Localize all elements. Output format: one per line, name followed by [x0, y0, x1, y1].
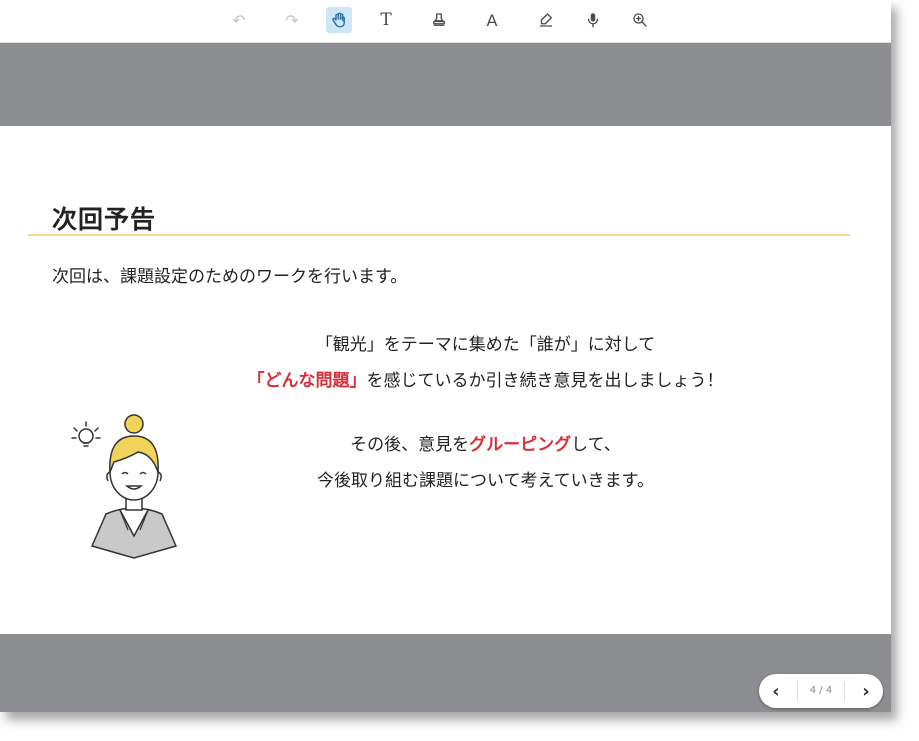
zoom-icon[interactable] — [627, 7, 653, 33]
highlighter-shape — [540, 13, 552, 27]
toolbar: ↶ ↷ T A — [0, 0, 891, 43]
slide-title: 次回予告 — [52, 205, 157, 234]
hand-icon — [332, 12, 345, 28]
lightbulb-icon — [71, 421, 101, 447]
highlight-grouping: グルーピング — [469, 435, 572, 455]
mic-shape — [587, 13, 599, 28]
slide-intro: 次回は、課題設定のためのワークを行います。 — [52, 267, 408, 287]
body-line-2-rest: を感じているか引き続き意見を出しましょう！ — [366, 371, 724, 391]
highlight-problem: 「どんな問題」 — [247, 371, 367, 391]
viewer-window: ↶ ↷ T A 次回予告 次回は、課題設定のためのワークを行います。 「観光」を… — [0, 0, 891, 712]
body-line-3-post: して、 — [571, 435, 621, 455]
undo-icon[interactable]: ↶ — [226, 7, 252, 33]
slide: 次回予告 次回は、課題設定のためのワークを行います。 「観光」をテーマに集めた「… — [0, 126, 891, 634]
body-line-2: 「どんな問題」を感じているか引き続き意見を出しましょう！ — [40, 366, 919, 391]
title-underline — [28, 234, 850, 236]
microphone-icon[interactable] — [580, 7, 606, 33]
text-tool-icon[interactable]: T — [373, 7, 399, 33]
page-navigator: ‹ 4 / 4 › — [759, 674, 883, 708]
stamp-shape — [433, 13, 445, 26]
redo-icon[interactable]: ↷ — [279, 7, 305, 33]
woman-idea-illustration — [71, 414, 178, 559]
stamp-icon[interactable] — [426, 7, 452, 33]
next-page-button[interactable]: › — [849, 674, 883, 708]
font-tool-icon[interactable]: A — [479, 7, 505, 33]
highlight-icon[interactable] — [533, 7, 559, 33]
page-indicator: 4 / 4 — [796, 681, 846, 701]
magnifier-shape — [633, 13, 647, 27]
body-line-1: 「観光」をテーマに集めた「誰が」に対して — [315, 335, 656, 355]
hand-tool-icon[interactable] — [326, 7, 352, 33]
body-line-3-pre: その後、意見を — [350, 435, 470, 455]
prev-page-button[interactable]: ‹ — [759, 674, 793, 708]
